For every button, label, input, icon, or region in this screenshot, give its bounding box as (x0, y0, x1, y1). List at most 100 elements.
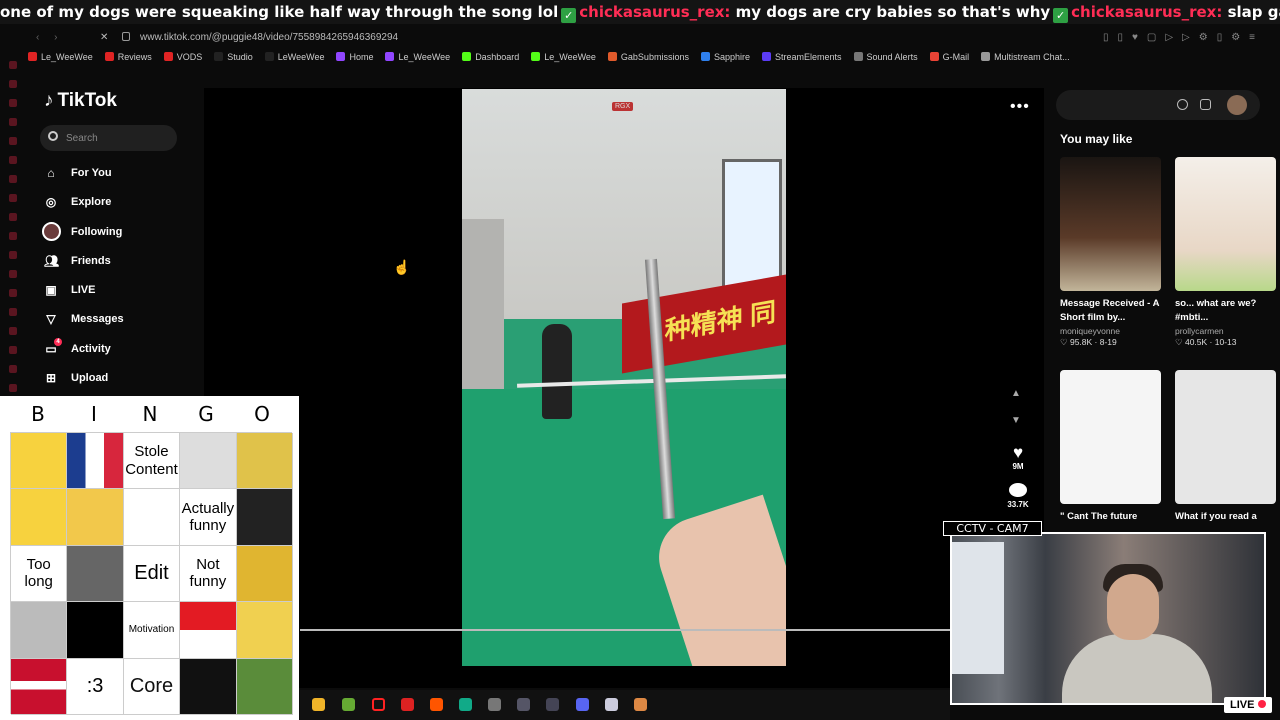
bingo-cell (11, 602, 68, 659)
bookmark-favicon-icon (104, 52, 114, 61)
bookmark-item[interactable]: Sound Alerts (853, 52, 918, 62)
recommendation-card[interactable]: What if you read a (1175, 370, 1276, 524)
discord-icon[interactable] (576, 698, 589, 711)
folder-icon[interactable] (312, 698, 325, 711)
bookmark-item[interactable]: VODS (163, 52, 202, 62)
bookmark-label: Le_WeeWee (544, 52, 596, 62)
cam-label: CCTV - CAM7 (943, 521, 1042, 536)
bookmark-item[interactable]: Le_WeeWee (28, 52, 93, 62)
bookmark-item[interactable]: GabSubmissions (607, 52, 689, 62)
opera-icon[interactable] (401, 698, 414, 711)
address-bar[interactable]: ‹ › ✕ www.tiktok.com/@puggie48/video/755… (28, 28, 1280, 48)
bookmark-item[interactable]: Multistream Chat... (981, 52, 1070, 62)
bingo-letter: I (91, 402, 97, 426)
like-icon[interactable]: ♥ (1004, 444, 1032, 462)
app-icon[interactable] (459, 698, 472, 711)
bingo-letter: B (31, 402, 45, 426)
bingo-cell (236, 433, 293, 490)
tiktok-logo[interactable]: ♪ TikTok (44, 90, 117, 112)
sidebar-item-for-you[interactable]: ⌂ For You (42, 160, 124, 189)
bookmark-item[interactable]: Sapphire (700, 52, 750, 62)
nvidia-icon[interactable] (342, 698, 355, 711)
video-thumbnail[interactable] (1175, 370, 1276, 504)
bingo-cell (236, 658, 293, 715)
bingo-cell (67, 433, 124, 490)
bookmark-item[interactable]: G-Mail (929, 52, 969, 62)
bookmark-item[interactable]: Le_WeeWee (531, 52, 596, 62)
avatar-icon (42, 221, 61, 241)
card-stats: ♡ 40.5K · 10-13 (1175, 337, 1237, 347)
video-thumbnail[interactable] (1060, 157, 1161, 291)
bookmark-item[interactable]: StreamElements (762, 52, 842, 62)
brave-icon[interactable] (430, 698, 443, 711)
send-icon: ▽ (46, 312, 56, 327)
chevron-up-icon[interactable]: ▲ (1011, 388, 1021, 399)
bingo-cell-label: Motivation (128, 624, 175, 636)
steam-icon[interactable] (605, 698, 618, 711)
recommendation-card[interactable]: " Cant The future (1060, 370, 1161, 524)
ticker-username: chickasaurus_rex: (1071, 3, 1223, 21)
video-label: RGX (612, 102, 634, 111)
bingo-letter: N (142, 402, 158, 426)
webcam-feed (950, 532, 1266, 705)
bingo-cell: Stole Content (123, 433, 181, 490)
sidebar-item-following[interactable]: Following (42, 219, 124, 248)
url-text[interactable]: www.tiktok.com/@puggie48/video/755898426… (140, 28, 398, 48)
sidebar-item-live[interactable]: ▣ LIVE (42, 277, 124, 306)
chevron-down-icon[interactable]: ▼ (1011, 415, 1021, 426)
bingo-cell: Not funny (180, 545, 237, 603)
bingo-cell (123, 489, 181, 546)
card-author[interactable]: moniqueyvonne (1060, 326, 1161, 336)
bookmark-item[interactable]: Reviews (104, 52, 152, 62)
recommendation-card[interactable]: Message Received - A Short film by... mo… (1060, 157, 1161, 348)
ticker-username: chickasaurus_rex: (579, 3, 731, 21)
bookmark-item[interactable]: Le_WeeWee (385, 52, 450, 62)
bingo-cell (11, 489, 68, 546)
bookmark-favicon-icon (981, 52, 991, 61)
back-forward-icon[interactable]: ‹ › (36, 28, 63, 48)
card-title: Message Received - A Short film by... (1060, 298, 1160, 323)
bingo-cell: Too long (11, 545, 68, 603)
more-options-icon[interactable]: ••• (1010, 98, 1030, 116)
bingo-cell-label: Not funny (189, 556, 227, 591)
video-progress-bar[interactable] (300, 629, 950, 631)
taskbar (300, 690, 950, 720)
coin-icon[interactable] (1177, 99, 1188, 110)
sidebar-item-label: Upload (71, 372, 109, 385)
app-icon[interactable] (517, 698, 530, 711)
sidebar-item-friends[interactable]: 👥︎ Friends (42, 248, 124, 277)
device-icon[interactable] (1200, 99, 1211, 110)
activity-badge: 4 (54, 337, 62, 346)
profile-avatar[interactable] (1227, 95, 1247, 115)
video-thumbnail[interactable] (1060, 370, 1161, 504)
bookmark-item[interactable]: Studio (214, 52, 253, 62)
ticker-message: one of my dogs were squeaking like half … (0, 3, 559, 21)
search-input[interactable] (66, 125, 166, 151)
site-info-icon[interactable] (122, 32, 130, 41)
sidebar-item-upload[interactable]: ⊞ Upload (42, 365, 124, 394)
sidebar-item-messages[interactable]: ▽ Messages (42, 306, 124, 335)
sidebar-item-label: Messages (71, 313, 124, 326)
bookmark-item[interactable]: LeWeeWee (264, 52, 324, 62)
bingo-cell (236, 545, 293, 603)
video-player[interactable]: 种精神 同 RGX (462, 89, 786, 666)
extension-icons[interactable]: ▯▯♥▢▷▷⚙▯⚙≡ (1103, 28, 1264, 48)
sidebar-item-activity[interactable]: ▭ 4 Activity (42, 336, 124, 365)
opera-gx-icon[interactable] (372, 698, 385, 711)
app-icon[interactable] (488, 698, 501, 711)
comment-icon[interactable] (1009, 483, 1027, 497)
search-box[interactable] (40, 125, 177, 151)
bookmark-label: Sound Alerts (866, 52, 918, 62)
bingo-cell: :3 (67, 658, 124, 715)
card-author[interactable]: prollycarmen (1175, 326, 1276, 336)
recommendation-card[interactable]: so... what are we? #mbti... prollycarmen… (1175, 157, 1276, 348)
sidebar-item-explore[interactable]: ◎ Explore (42, 189, 124, 218)
bingo-letter: G (198, 402, 214, 426)
video-thumbnail[interactable] (1175, 157, 1276, 291)
sidebar-item-label: For You (71, 167, 112, 179)
app-icon[interactable] (546, 698, 559, 711)
reload-icon[interactable]: ✕ (100, 28, 108, 48)
app-icon[interactable] (634, 698, 647, 711)
bookmark-item[interactable]: Dashboard (462, 52, 519, 62)
bookmark-item[interactable]: Home (336, 52, 373, 62)
